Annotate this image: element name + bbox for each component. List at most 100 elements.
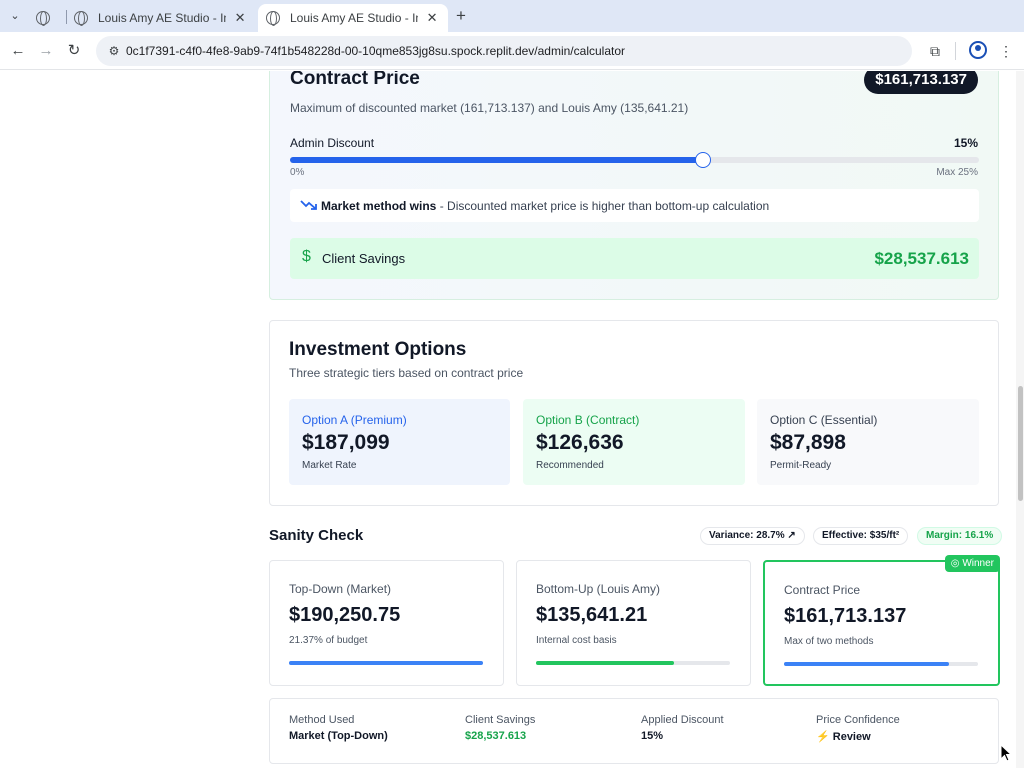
metric-progress — [289, 661, 483, 665]
tab-active[interactable]: Louis Amy AE Studio - Intera ✕ — [258, 4, 448, 32]
summary-savings: Client Savings $28,537.613 — [465, 714, 535, 742]
summary-value: ⚡ Review — [816, 731, 871, 743]
winner-badge: ◎ Winner — [944, 555, 1000, 572]
summary-label: Applied Discount — [641, 714, 724, 726]
admin-discount-slider[interactable] — [290, 152, 979, 168]
browser-tab-bar: ⌄ Louis Amy AE Studio - Intera ✕ Louis A… — [0, 0, 1024, 32]
slider-thumb[interactable] — [695, 152, 712, 168]
option-name: Option A (Premium) — [302, 413, 407, 427]
tab-inactive[interactable]: Louis Amy AE Studio - Intera ✕ — [66, 4, 256, 32]
toolbar-divider — [955, 42, 956, 60]
profile-icon[interactable] — [969, 41, 987, 59]
forward-icon[interactable]: → — [36, 41, 56, 61]
metric-progress-fill — [289, 661, 483, 665]
back-icon[interactable]: ← — [8, 41, 28, 61]
option-name: Option B (Contract) — [536, 413, 640, 427]
contract-price-title: Contract Price — [290, 71, 420, 89]
slider-min-label: 0% — [290, 167, 305, 178]
method-result-strong: Market method wins — [321, 199, 437, 213]
summary-label: Method Used — [289, 714, 355, 726]
dollar-icon: $ — [302, 248, 311, 265]
reload-icon[interactable]: ↻ — [64, 41, 84, 61]
effective-rate-pill: Effective: $35/ft² — [813, 527, 909, 545]
option-tag: Permit-Ready — [770, 460, 832, 471]
investment-options-title: Investment Options — [289, 339, 467, 360]
contract-price-subtitle: Maximum of discounted market (161,713.13… — [290, 101, 689, 115]
metric-progress-fill — [536, 661, 674, 665]
client-savings-box: $ Client Savings $28,537.613 — [290, 238, 979, 279]
summary-method: Method Used Market (Top-Down) — [289, 714, 388, 742]
top-down-metric-card: Top-Down (Market) $190,250.75 21.37% of … — [269, 560, 504, 686]
bottom-up-metric-card: Bottom-Up (Louis Amy) $135,641.21 Intern… — [516, 560, 751, 686]
tab-title: Louis Amy AE Studio - Intera — [98, 11, 226, 25]
slider-fill — [290, 157, 704, 163]
metric-progress — [784, 662, 978, 666]
metric-progress — [536, 661, 730, 665]
summary-value: 15% — [641, 730, 664, 742]
tab-title: Louis Amy AE Studio - Intera — [290, 11, 418, 25]
contract-price-card: Contract Price $161,713.137 Maximum of d… — [269, 71, 999, 300]
client-savings-value: $28,537.613 — [874, 249, 969, 268]
metric-label: Top-Down (Market) — [289, 582, 392, 596]
address-bar[interactable]: ⚙ 0c1f7391-c4f0-4fe8-9ab9-74f1b548228d-0… — [96, 36, 912, 66]
metric-label: Bottom-Up (Louis Amy) — [536, 582, 661, 596]
check-circle-icon: ◎ — [950, 558, 963, 569]
admin-discount-label: Admin Discount — [290, 136, 375, 150]
browser-toolbar: ← → ↻ ⚙ 0c1f7391-c4f0-4fe8-9ab9-74f1b548… — [0, 32, 1024, 70]
method-result-banner: Market method wins - Discounted market p… — [290, 189, 979, 222]
option-tag: Market Rate — [302, 460, 357, 471]
metric-value: $135,641.21 — [536, 604, 648, 626]
page-viewport: Contract Price $161,713.137 Maximum of d… — [0, 71, 1016, 768]
summary-confidence: Price Confidence ⚡ Review — [816, 714, 900, 743]
scrollbar-thumb[interactable] — [1018, 386, 1023, 501]
summary-card: Method Used Market (Top-Down) Client Sav… — [269, 698, 999, 764]
metric-note: Max of two methods — [784, 636, 874, 647]
option-b-card[interactable]: Option B (Contract) $126,636 Recommended — [523, 399, 745, 485]
mouse-cursor-icon — [1000, 744, 1012, 762]
metric-note: Internal cost basis — [536, 635, 617, 646]
summary-value: Market (Top-Down) — [289, 730, 388, 742]
option-tag: Recommended — [536, 460, 604, 471]
option-price: $187,099 — [302, 431, 390, 454]
summary-value: $28,537.613 — [465, 730, 527, 742]
metric-label: Contract Price — [784, 583, 861, 597]
contract-price-metric-card: ◎ Winner Contract Price $161,713.137 Max… — [763, 555, 1000, 686]
url-text[interactable]: 0c1f7391-c4f0-4fe8-9ab9-74f1b548228d-00-… — [126, 44, 625, 58]
tab-search-icon[interactable]: ⌄ — [6, 7, 24, 25]
trending-down-icon — [300, 200, 317, 210]
investment-options-card: Investment Options Three strategic tiers… — [269, 320, 999, 506]
site-info-icon[interactable]: ⚙ — [106, 43, 122, 59]
winner-label: Winner — [962, 558, 994, 569]
method-result-text: Market method wins - Discounted market p… — [321, 199, 769, 213]
metric-value: $190,250.75 — [289, 604, 401, 626]
page-scrollbar[interactable] — [1016, 71, 1024, 768]
close-icon[interactable]: ✕ — [232, 10, 248, 26]
new-tab-icon[interactable]: + — [452, 7, 470, 25]
summary-label: Client Savings — [465, 714, 536, 726]
variance-pill: Variance: 28.7% ↗ — [700, 527, 805, 545]
option-a-card[interactable]: Option A (Premium) $187,099 Market Rate — [289, 399, 510, 485]
extensions-icon[interactable]: ⧉ — [925, 41, 945, 61]
option-name: Option C (Essential) — [770, 413, 878, 427]
contract-price-badge: $161,713.137 — [864, 71, 978, 94]
metric-progress-fill — [784, 662, 949, 666]
metric-note: 21.37% of budget — [289, 635, 368, 646]
pinned-tab[interactable] — [36, 4, 50, 32]
investment-options-subtitle: Three strategic tiers based on contract … — [289, 366, 524, 380]
globe-icon — [266, 11, 280, 26]
slider-max-label: Max 25% — [936, 167, 978, 178]
option-price: $126,636 — [536, 431, 624, 454]
option-price: $87,898 — [770, 431, 846, 454]
admin-discount-value: 15% — [953, 136, 978, 150]
option-c-card[interactable]: Option C (Essential) $87,898 Permit-Read… — [757, 399, 979, 485]
method-result-detail: - Discounted market price is higher than… — [436, 199, 770, 213]
globe-icon — [74, 11, 88, 26]
client-savings-label: Client Savings — [322, 251, 406, 266]
summary-discount: Applied Discount 15% — [641, 714, 724, 742]
more-menu-icon[interactable]: ⋮ — [996, 41, 1016, 61]
close-icon[interactable]: ✕ — [424, 10, 440, 26]
margin-pill: Margin: 16.1% — [917, 527, 1003, 545]
summary-label: Price Confidence — [816, 714, 900, 726]
globe-icon — [36, 11, 50, 26]
sanity-check-title: Sanity Check — [269, 527, 364, 544]
